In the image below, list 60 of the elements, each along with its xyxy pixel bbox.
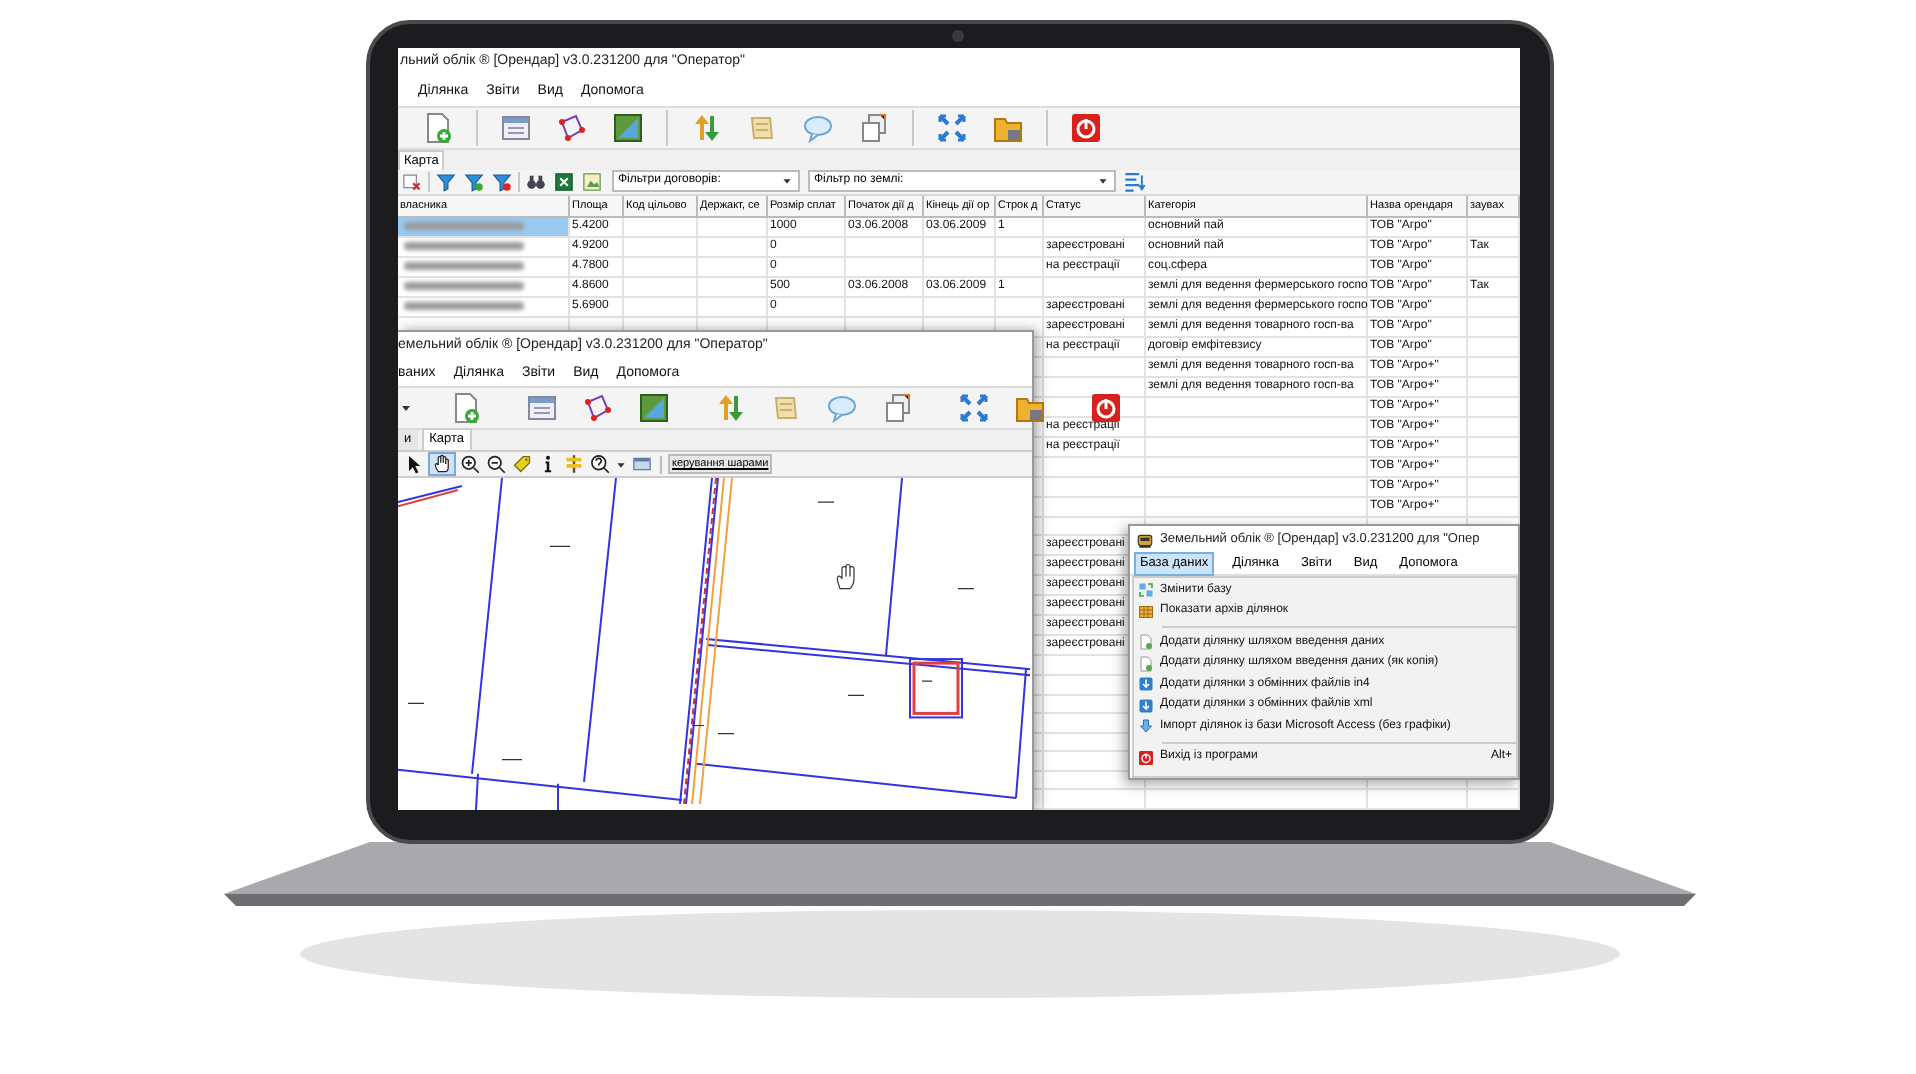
power-icon	[1070, 111, 1102, 144]
document-plus-icon	[1138, 655, 1154, 672]
caret-icon[interactable]	[614, 457, 628, 471]
copy-icon	[858, 111, 890, 144]
signpost-icon	[564, 454, 584, 474]
hand-tool[interactable]	[428, 452, 456, 476]
hand-icon	[432, 454, 452, 474]
new-document-icon	[450, 392, 482, 424]
filter-button[interactable]	[434, 171, 458, 192]
caret-icon[interactable]	[398, 400, 414, 416]
caret-icon	[1096, 174, 1110, 189]
signpost-tool[interactable]	[562, 454, 586, 474]
filter-remove-icon	[492, 171, 512, 192]
expand-icon	[958, 392, 990, 424]
form-icon	[526, 392, 558, 424]
map-button[interactable]	[634, 388, 674, 428]
filter-icon	[436, 171, 456, 192]
pointer-icon	[404, 454, 424, 474]
tag-tool[interactable]	[510, 454, 534, 474]
image-icon	[582, 171, 602, 192]
arrow-down-icon	[1138, 718, 1154, 735]
delete-button[interactable]	[400, 171, 424, 192]
new-document-icon	[422, 111, 454, 144]
speech-bubble-icon	[826, 392, 858, 424]
speech-bubble-icon	[802, 111, 834, 144]
image-button[interactable]	[580, 171, 604, 192]
map-icon	[638, 392, 670, 424]
binoculars-icon	[526, 171, 546, 192]
help-tool[interactable]	[588, 454, 612, 474]
panel-icon	[632, 454, 652, 474]
caret-icon	[780, 174, 794, 189]
download-icon	[1138, 697, 1154, 714]
grid-icon	[1138, 603, 1154, 620]
form-icon	[500, 111, 532, 144]
list-settings-button[interactable]	[1124, 170, 1146, 193]
panel-button[interactable]	[630, 454, 654, 474]
filter-add-button[interactable]	[462, 171, 486, 192]
filter-remove-button[interactable]	[490, 171, 514, 192]
arrows-icon	[690, 111, 722, 144]
arrows-icon	[714, 392, 746, 424]
zoom-in-tool[interactable]	[458, 454, 482, 474]
tag-icon	[512, 454, 532, 474]
binoculars-button[interactable]	[524, 171, 548, 192]
folder-icon	[1014, 392, 1046, 424]
spreadsheet-button[interactable]	[552, 171, 576, 192]
expand-icon	[936, 111, 968, 144]
power-icon	[1138, 749, 1154, 766]
list-settings-icon	[1124, 170, 1146, 193]
database-swap-icon	[1138, 582, 1154, 599]
polygon-icon	[582, 392, 614, 424]
document-plus-icon	[1138, 634, 1154, 651]
polygon-icon	[556, 111, 588, 144]
copy-icon	[882, 392, 914, 424]
download-icon	[1138, 676, 1154, 693]
scroll-icon	[770, 392, 802, 424]
zoom-out-tool[interactable]	[484, 454, 508, 474]
filter-add-icon	[464, 171, 484, 192]
scroll-icon	[746, 111, 778, 144]
map-icon	[612, 111, 644, 144]
database-icon	[1136, 531, 1154, 549]
